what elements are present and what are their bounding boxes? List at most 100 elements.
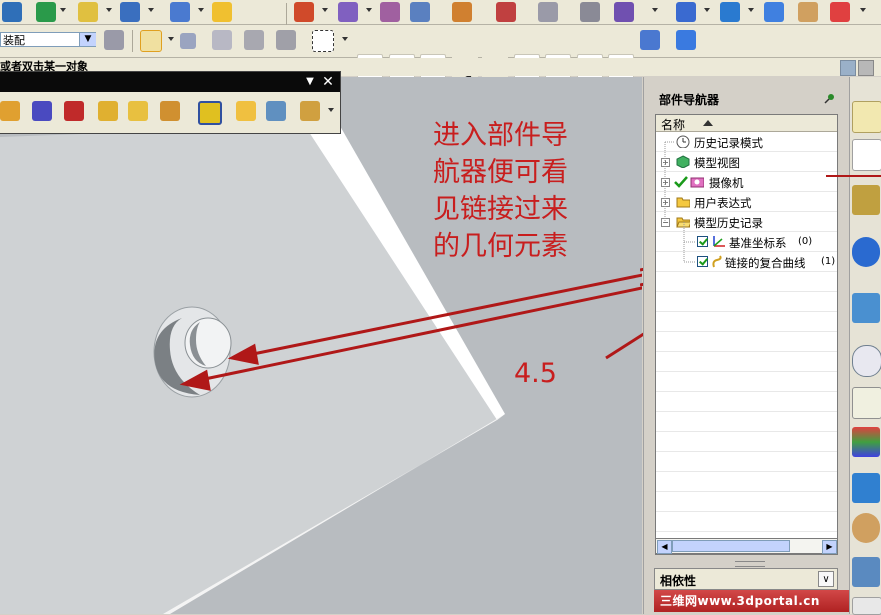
snap-point-icon[interactable]: [140, 30, 162, 52]
dropdown-arrow-icon[interactable]: [748, 8, 754, 12]
tree-horizontal-scrollbar[interactable]: ◀ ▶: [655, 538, 838, 554]
splitter-grip[interactable]: [735, 561, 765, 567]
tree-column-header[interactable]: 名称: [656, 115, 837, 132]
roles-tab[interactable]: [852, 513, 880, 543]
mesh-icon[interactable]: [764, 2, 784, 22]
type-filter-value: 装配: [3, 34, 25, 47]
substitute-icon[interactable]: [160, 101, 180, 121]
body-icon[interactable]: [538, 2, 558, 22]
dropdown-arrow-icon[interactable]: [652, 8, 658, 12]
box-select-icon[interactable]: [676, 30, 696, 50]
mirror-icon[interactable]: [32, 101, 52, 121]
navigator-title: 部件导航器: [659, 93, 720, 107]
replace-icon[interactable]: [128, 101, 148, 121]
annotation-line: 见链接过来: [433, 194, 568, 225]
select-all-icon[interactable]: [104, 30, 124, 50]
tree-empty-row: [656, 352, 837, 372]
shaded-icon[interactable]: [170, 2, 190, 22]
floating-assembly-toolbar[interactable]: ▼ ✕: [0, 71, 341, 134]
point-on-face-icon[interactable]: [640, 30, 660, 50]
layer-icon[interactable]: [120, 2, 140, 22]
box-icon[interactable]: [78, 2, 98, 22]
scroll-left-icon[interactable]: ◀: [657, 540, 672, 554]
dropdown-arrow-icon[interactable]: [198, 8, 204, 12]
window-icon[interactable]: [840, 60, 856, 76]
tree-empty-row: [656, 392, 837, 412]
scrollbar-thumb[interactable]: [672, 540, 790, 552]
rectangle-select-icon[interactable]: [312, 30, 334, 52]
constraint-icon[interactable]: [380, 2, 400, 22]
annotation-line: 航器便可看: [433, 157, 568, 188]
tree-empty-row: [656, 432, 837, 452]
column-header-label: 名称: [661, 118, 686, 132]
expand-chevron-icon[interactable]: ∨: [818, 571, 834, 587]
check-icon[interactable]: [614, 2, 634, 22]
sequence-icon[interactable]: [300, 101, 320, 121]
dropdown-arrow-icon[interactable]: [342, 37, 348, 41]
dropdown-arrow-icon[interactable]: [328, 108, 334, 112]
info-tab[interactable]: [852, 237, 880, 267]
render-icon[interactable]: [212, 2, 232, 22]
site-watermark: 三维网www.3dportal.cn: [654, 590, 865, 612]
dropdown-arrow-icon[interactable]: [60, 8, 66, 12]
clone-icon[interactable]: [410, 2, 430, 22]
dropdown-arrow-icon[interactable]: [168, 37, 174, 41]
mate-icon[interactable]: [338, 2, 358, 22]
chain-link-icon[interactable]: [236, 101, 256, 121]
wave-link-icon[interactable]: [198, 101, 222, 125]
deselect-icon[interactable]: [212, 30, 232, 50]
array-icon[interactable]: [98, 101, 118, 121]
filter-dropdown-button[interactable]: ▼: [79, 33, 96, 46]
component-icon[interactable]: [36, 2, 56, 22]
toolbar-menu-icon[interactable]: ▼: [302, 74, 318, 90]
tree-node-count: (1): [821, 256, 836, 267]
sheet-icon[interactable]: [720, 2, 740, 22]
visualization-tab[interactable]: [852, 427, 880, 457]
selection-toolbar-row: 装配 ▼: [0, 25, 881, 80]
dropdown-arrow-icon[interactable]: [366, 8, 372, 12]
sequence-icon[interactable]: [580, 2, 600, 22]
navigator-tree[interactable]: 名称 历史记录模式 + 模型视图 + 摄像机 + 用户表达式 − 模型历史记录 …: [655, 114, 838, 555]
curvature-icon[interactable]: [830, 2, 850, 22]
reuse-library-tab[interactable]: [852, 185, 880, 215]
annotation-line: 进入部件导: [433, 120, 568, 151]
add-component-icon[interactable]: [0, 101, 20, 121]
analysis-icon[interactable]: [798, 2, 818, 22]
scroll-right-icon[interactable]: ▶: [822, 540, 837, 554]
surface-icon[interactable]: [676, 2, 696, 22]
dropdown-arrow-icon[interactable]: [106, 8, 112, 12]
tree-empty-row: [656, 312, 837, 332]
sort-ascending-icon[interactable]: [703, 120, 713, 126]
assembly-navigator-tab[interactable]: [852, 101, 881, 133]
web-browser-tab[interactable]: [852, 293, 880, 323]
undo-icon[interactable]: [180, 33, 196, 49]
system-materials-tab[interactable]: [852, 387, 881, 419]
tree-empty-row: [656, 412, 837, 432]
wave-icon[interactable]: [452, 2, 472, 22]
system-scenes-tab[interactable]: [852, 557, 880, 587]
hierarchy-icon[interactable]: [266, 101, 286, 121]
history-tab[interactable]: [852, 345, 881, 377]
annotation-tick: [826, 175, 881, 177]
dropdown-arrow-icon[interactable]: [322, 8, 328, 12]
point-icon[interactable]: [244, 30, 264, 50]
dropdown-arrow-icon[interactable]: [148, 8, 154, 12]
dependencies-label: 相依性: [660, 574, 697, 588]
move-icon[interactable]: [294, 2, 314, 22]
part-navigator-tab[interactable]: [852, 139, 881, 171]
close-view-icon[interactable]: [858, 60, 874, 76]
dropdown-arrow-icon[interactable]: [704, 8, 710, 12]
floating-toolbar-titlebar[interactable]: ▼ ✕: [0, 72, 340, 92]
reposition-icon[interactable]: [64, 101, 84, 121]
tree-empty-row: [656, 452, 837, 472]
more-tab[interactable]: [852, 597, 881, 615]
explode-icon[interactable]: [496, 2, 516, 22]
dependencies-panel-header[interactable]: 相依性 ∨: [654, 568, 838, 590]
pin-icon[interactable]: [824, 93, 835, 104]
dropdown-arrow-icon[interactable]: [860, 8, 866, 12]
process-studio-tab[interactable]: [852, 473, 880, 503]
assembly-icon[interactable]: [2, 2, 22, 22]
arrow-icon[interactable]: [276, 30, 296, 50]
close-icon[interactable]: ✕: [320, 74, 336, 90]
resource-bar: [849, 77, 881, 615]
